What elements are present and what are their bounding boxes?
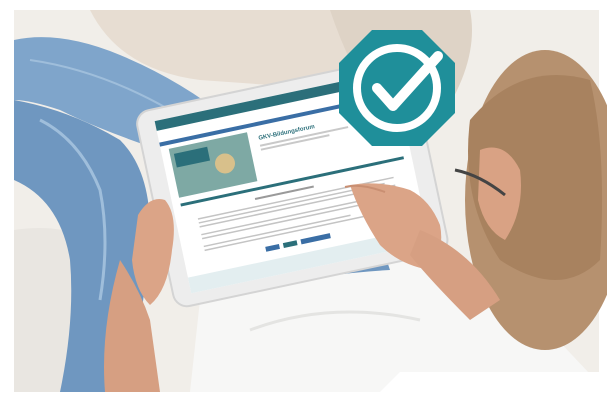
scene-illustration: GKV-Bildungsforum	[0, 0, 607, 402]
photo: GKV-Bildungsforum	[0, 0, 607, 402]
checkmark-badge	[339, 30, 455, 146]
white-corner	[370, 372, 607, 402]
